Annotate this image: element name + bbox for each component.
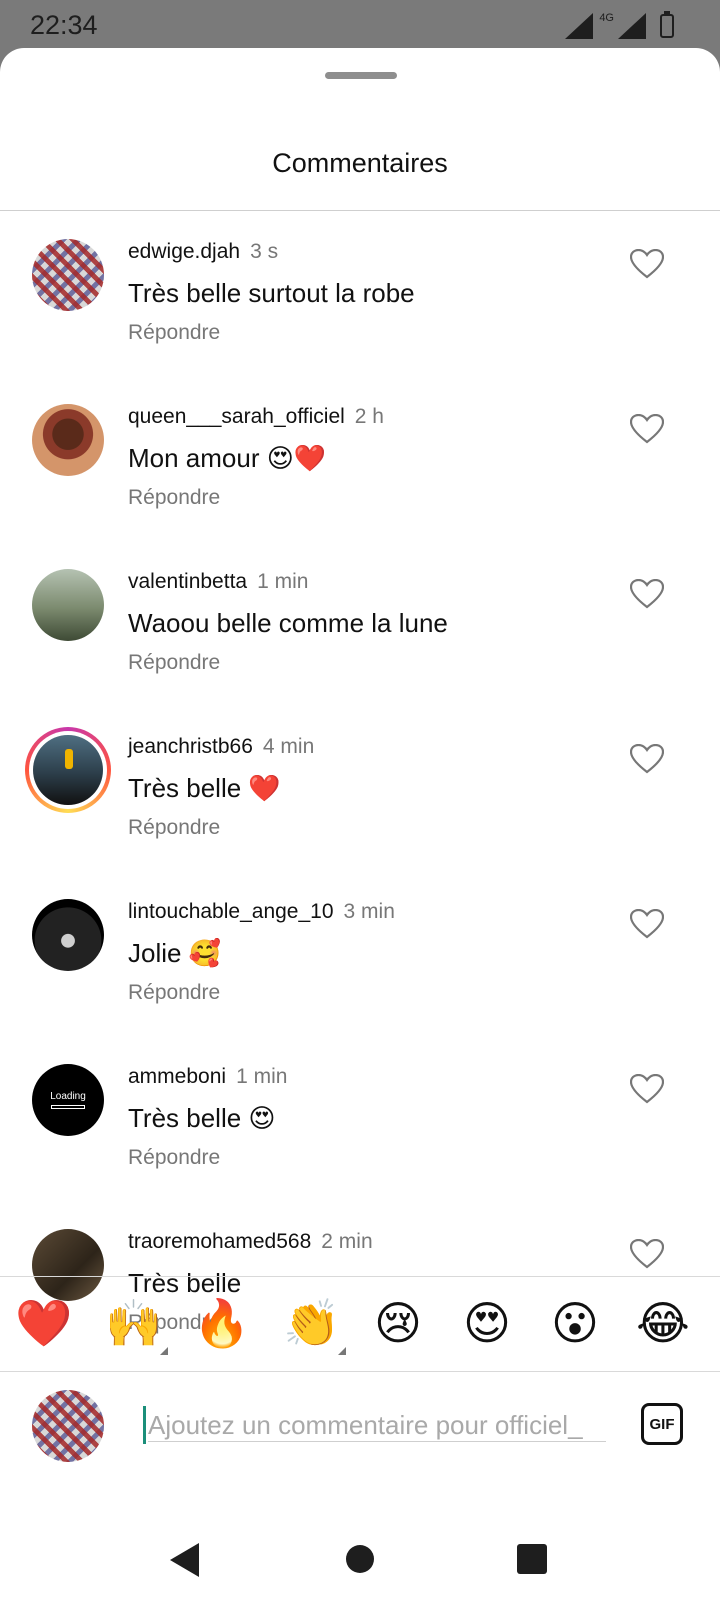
comment-time: 2 h [354,405,384,428]
reply-link[interactable]: Répondre [128,486,220,510]
reply-link[interactable]: Répondre [128,816,220,840]
heart-outline-icon[interactable] [630,1239,664,1269]
comment-text: Waoou belle comme la lune [128,608,448,638]
gif-button[interactable]: GIF [641,1403,683,1445]
comment-username[interactable]: ammeboni [128,1065,226,1088]
comment-time: 4 min [262,735,315,758]
status-bar: 22:34 4G [0,0,720,48]
recents-icon[interactable] [517,1544,547,1574]
comments-sheet: Commentaires edwige.djah 3 s Très belle s… [0,48,720,1600]
heart-outline-icon[interactable] [630,579,664,609]
comment-username[interactable]: lintouchable_ange_10 [128,900,334,923]
reply-link[interactable]: Répondre [128,981,220,1005]
avatar-loading-text: Loading [50,1091,86,1102]
text-caret [143,1406,146,1444]
reply-link[interactable]: Répondre [128,1146,220,1170]
loading-avatar[interactable]: Loading [32,1064,104,1136]
comment-item: edwige.djah 3 s Très belle surtout la rob… [0,211,720,376]
drag-handle[interactable] [325,72,397,79]
back-icon[interactable] [170,1543,199,1577]
emoji-surprised[interactable]: 😮 [545,1293,605,1353]
comment-username[interactable]: valentinbetta [128,570,247,593]
system-nav-bar [0,1503,720,1600]
comment-time: 3 s [250,240,279,263]
comment-username[interactable]: edwige.djah [128,240,240,263]
signal-icon [565,13,594,39]
input-underline [148,1441,606,1442]
story-ring-avatar[interactable] [25,727,111,813]
emoji-heart-eyes[interactable]: 😍 [457,1293,517,1353]
woman-portrait-avatar[interactable] [32,404,104,476]
comment-time: 3 min [343,900,395,923]
comment-username[interactable]: traoremohamed568 [128,1230,311,1253]
heart-outline-icon[interactable] [630,909,664,939]
emoji-quick-bar: ❤️ 🙌 🔥 👏 😢 😍 😮 😂 [0,1277,720,1371]
divider [0,1371,720,1372]
heart-outline-icon[interactable] [630,744,664,774]
comment-list[interactable]: edwige.djah 3 s Très belle surtout la rob… [0,211,720,1347]
current-user-avatar [32,1390,104,1462]
field-photo-avatar[interactable] [32,569,104,641]
status-icons: 4G [565,11,674,40]
comment-text: Très belle surtout la robe [128,278,415,308]
network-label: 4G [599,12,614,24]
emoji-crying[interactable]: 😢 [368,1293,428,1353]
patterned-avatar[interactable] [32,239,104,311]
reply-link[interactable]: Répondre [128,321,220,345]
comment-item: queen___sarah_officiel 2 h Mon amour 😍❤️ … [0,376,720,541]
comment-time: 1 min [257,570,309,593]
sheet-title: Commentaires [272,148,448,178]
emoji-laughing[interactable]: 😂 [633,1293,693,1353]
comment-text: Jolie 🥰 [128,938,222,968]
emoji-clapping[interactable]: 👏 [282,1293,346,1355]
comment-item: jeanchristb66 4 min Très belle ❤️ Répondr… [0,706,720,871]
comment-item: lintouchable_ange_10 3 min Jolie 🥰 Répond… [0,871,720,1036]
emoji-raised-hands[interactable]: 🙌 [104,1293,168,1355]
emoji-fire[interactable]: 🔥 [192,1293,252,1353]
reply-link[interactable]: Répondre [128,651,220,675]
comment-time: 2 min [321,1230,373,1253]
emoji-heart[interactable]: ❤️ [14,1293,74,1353]
comment-text: Très belle 😍 [128,1103,276,1133]
comment-item: valentinbetta 1 min Waoou belle comme la … [0,541,720,706]
comment-input[interactable] [148,1404,606,1446]
heart-outline-icon[interactable] [630,249,664,279]
skin-tone-indicator [160,1347,168,1355]
comment-text: Très belle ❤️ [128,773,281,803]
comment-item: Loading ammeboni 1 min Très belle 😍 Répon… [0,1036,720,1201]
comment-text: Mon amour 😍❤️ [128,443,327,473]
comment-username[interactable]: queen___sarah_officiel [128,405,345,428]
heart-outline-icon[interactable] [630,1074,664,1104]
status-time: 22:34 [30,10,98,40]
mobile-signal-icon [618,13,646,39]
battery-charging-icon [660,11,674,38]
comment-username[interactable]: jeanchristb66 [128,735,253,758]
comment-time: 1 min [236,1065,288,1088]
heart-outline-icon[interactable] [630,414,664,444]
skin-tone-indicator [338,1347,346,1355]
home-icon[interactable] [346,1545,374,1573]
dark-avatar[interactable] [32,899,104,971]
